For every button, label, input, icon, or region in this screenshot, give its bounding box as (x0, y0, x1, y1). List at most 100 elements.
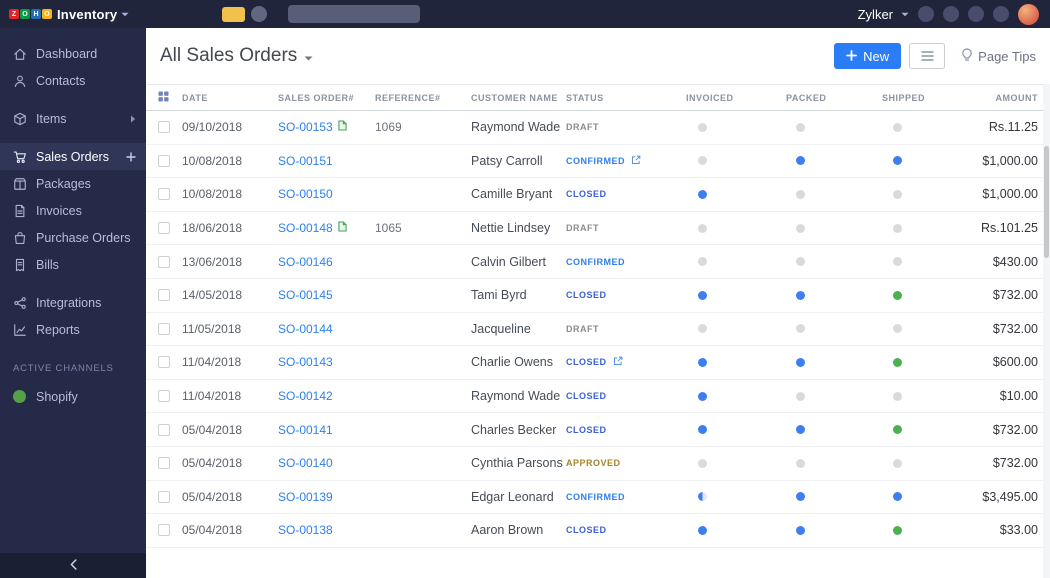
order-cell: SO-00153 (278, 120, 375, 134)
settings-icon[interactable] (968, 6, 984, 22)
active-channels-header: ACTIVE CHANNELS (13, 363, 114, 374)
global-search-input[interactable] (288, 5, 420, 23)
scrollbar-thumb[interactable] (1044, 146, 1049, 258)
attachment-icon (338, 120, 347, 134)
scrollbar-track[interactable] (1043, 84, 1050, 578)
notifications-icon[interactable] (943, 6, 959, 22)
table-row[interactable]: 18/06/2018 SO-00148 1065 Nettie Lindsey … (146, 212, 1050, 246)
row-checkbox[interactable] (158, 390, 170, 403)
sidebar-item-contacts[interactable]: Contacts (0, 67, 146, 94)
table-row[interactable]: 05/04/2018 SO-00140 Cynthia Parsons APPR… (146, 447, 1050, 481)
packed-cell (786, 122, 882, 132)
sidebar-item-integrations[interactable]: Integrations (0, 289, 146, 316)
row-checkbox[interactable] (158, 222, 170, 235)
row-checkbox[interactable] (158, 154, 170, 167)
refer-icon[interactable] (918, 6, 934, 22)
new-button[interactable]: New (834, 43, 902, 69)
sales-order-link[interactable]: SO-00138 (278, 523, 333, 537)
order-date: 10/08/2018 (182, 153, 243, 168)
col-sales-order[interactable]: SALES ORDER# (278, 93, 375, 103)
list-options-button[interactable] (909, 43, 946, 69)
customer-name: Patsy Carroll (471, 153, 543, 168)
sales-order-link[interactable]: SO-00151 (278, 154, 333, 168)
trial-badge[interactable] (222, 6, 245, 22)
col-shipped[interactable]: SHIPPED (882, 93, 978, 103)
table-row[interactable]: 05/04/2018 SO-00139 Edgar Leonard CONFIR… (146, 481, 1050, 515)
col-status[interactable]: STATUS (566, 93, 686, 103)
row-checkbox[interactable] (158, 490, 170, 503)
status-cell: DRAFT (566, 122, 686, 132)
org-switcher[interactable]: Zylker (858, 7, 909, 22)
row-checkbox[interactable] (158, 188, 170, 201)
col-date[interactable]: DATE (182, 93, 278, 103)
sidebar-item-dashboard[interactable]: Dashboard (0, 40, 146, 67)
row-checkbox[interactable] (158, 524, 170, 537)
table-row[interactable]: 11/04/2018 SO-00142 Raymond Wade CLOSED … (146, 380, 1050, 414)
customer-name: Charlie Owens (471, 355, 553, 370)
sidebar-item-invoices[interactable]: Invoices (0, 197, 146, 224)
packed-cell (786, 458, 882, 468)
table-row[interactable]: 05/04/2018 SO-00141 Charles Becker CLOSE… (146, 413, 1050, 447)
sales-order-link[interactable]: SO-00148 (278, 221, 333, 235)
page-title: All Sales Orders (160, 45, 298, 66)
row-checkbox[interactable] (158, 255, 170, 268)
table-row[interactable]: 11/05/2018 SO-00144 Jacqueline DRAFT $73… (146, 313, 1050, 347)
zoho-inventory-logo[interactable]: Z O H O Inventory (0, 7, 146, 22)
row-checkbox[interactable] (158, 423, 170, 436)
table-row[interactable]: 09/10/2018 SO-00153 1069 Raymond Wade DR… (146, 111, 1050, 145)
sales-order-link[interactable]: SO-00153 (278, 120, 333, 134)
sales-order-link[interactable]: SO-00140 (278, 456, 333, 470)
sidebar-item-purchase-orders[interactable]: Purchase Orders (0, 224, 146, 251)
table-row[interactable]: 05/04/2018 SO-00138 Aaron Brown CLOSED $… (146, 514, 1050, 548)
col-reference[interactable]: REFERENCE# (375, 93, 471, 103)
col-packed[interactable]: PACKED (786, 93, 882, 103)
row-checkbox[interactable] (158, 289, 170, 302)
shipped-cell (882, 223, 978, 233)
packed-indicator (796, 324, 805, 334)
page-tips-button[interactable]: Page Tips (961, 47, 1036, 65)
packed-cell (786, 290, 882, 300)
checkbox-cell (158, 222, 182, 235)
sidebar-item-packages[interactable]: Packages (0, 170, 146, 197)
sidebar-item-reports[interactable]: Reports (0, 316, 146, 343)
status-cell: CONFIRMED (566, 492, 686, 502)
invoiced-indicator (698, 156, 707, 166)
sales-order-link[interactable]: SO-00146 (278, 255, 333, 269)
col-customer-name[interactable]: CUSTOMER NAME (471, 93, 566, 103)
add-sales-order-icon[interactable] (126, 151, 136, 162)
topbar: Z O H O Inventory Zylker (0, 0, 1050, 28)
row-checkbox[interactable] (158, 322, 170, 335)
sales-order-link[interactable]: SO-00144 (278, 322, 333, 336)
row-checkbox[interactable] (158, 121, 170, 134)
table-row[interactable]: 10/08/2018 SO-00151 Patsy Carroll CONFIR… (146, 145, 1050, 179)
customize-columns-icon[interactable] (158, 91, 182, 104)
sales-order-link[interactable]: SO-00145 (278, 288, 333, 302)
apps-icon[interactable] (993, 6, 1009, 22)
sidebar-item-sales-orders[interactable]: Sales Orders (0, 143, 146, 170)
table-row[interactable]: 10/08/2018 SO-00150 Camille Bryant CLOSE… (146, 178, 1050, 212)
col-invoiced[interactable]: INVOICED (686, 93, 786, 103)
sidebar-item-items[interactable]: Items (0, 105, 146, 132)
sales-order-link[interactable]: SO-00142 (278, 389, 333, 403)
col-amount[interactable]: AMOUNT (978, 93, 1038, 103)
checkbox-cell (158, 289, 182, 302)
sales-order-link[interactable]: SO-00141 (278, 423, 333, 437)
sales-order-link[interactable]: SO-00139 (278, 490, 333, 504)
table-row[interactable]: 14/05/2018 SO-00145 Tami Byrd CLOSED $73… (146, 279, 1050, 313)
row-checkbox[interactable] (158, 457, 170, 470)
view-selector[interactable]: All Sales Orders (160, 45, 313, 67)
table-row[interactable]: 13/06/2018 SO-00146 Calvin Gilbert CONFI… (146, 245, 1050, 279)
help-icon[interactable] (251, 6, 267, 22)
sales-order-link[interactable]: SO-00143 (278, 355, 333, 369)
table-row[interactable]: 11/04/2018 SO-00143 Charlie Owens CLOSED… (146, 346, 1050, 380)
collapse-sidebar-button[interactable] (0, 553, 146, 578)
main-content: All Sales Orders New Page Tips DATE SALE… (146, 28, 1050, 578)
sales-order-link[interactable]: SO-00150 (278, 187, 333, 201)
shipped-indicator (893, 257, 902, 267)
user-avatar[interactable] (1018, 3, 1039, 25)
row-checkbox[interactable] (158, 356, 170, 369)
packed-cell (786, 223, 882, 233)
sidebar-item-bills[interactable]: Bills (0, 251, 146, 278)
sidebar-item-shopify[interactable]: Shopify (0, 383, 146, 410)
order-amount: Rs.101.25 (981, 221, 1038, 236)
